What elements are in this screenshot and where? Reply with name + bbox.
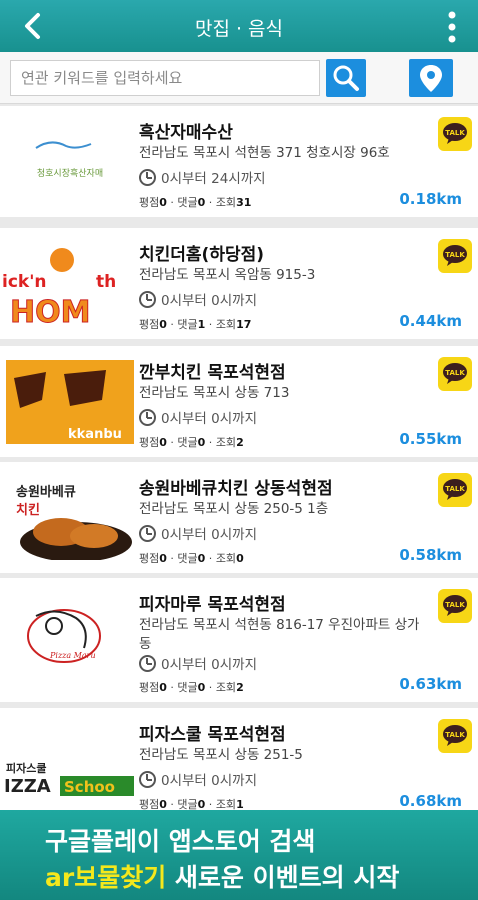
- app-header: 맛집 · 음식: [0, 0, 478, 52]
- restaurant-item[interactable]: kkanbu 깐부치킨 목포석현점 전라남도 목포시 상동 713 0시부터 0…: [0, 346, 478, 457]
- restaurant-address: 전라남도 목포시 옥암동 915-3: [139, 267, 316, 283]
- banner-highlight: ar보물찾기: [45, 863, 167, 892]
- banner-line-2: ar보물찾기 새로운 이벤트의 시작: [45, 858, 399, 894]
- restaurant-name: 흑산자매수산: [139, 123, 233, 143]
- kakaotalk-icon: TALK: [443, 123, 467, 144]
- page-title: 맛집 · 음식: [194, 18, 284, 40]
- search-input[interactable]: [10, 60, 320, 96]
- kakaotalk-icon: TALK: [443, 479, 467, 500]
- search-bar: [0, 52, 478, 104]
- hours-text: 0시부터 24시까지: [161, 171, 266, 187]
- clock-icon: [139, 169, 156, 186]
- stats-row: 평점0 · 댓글0 · 조회0: [139, 552, 244, 565]
- restaurant-address: 전라남도 목포시 석현동 371 청호시장 96호: [139, 145, 390, 161]
- kakaotalk-button[interactable]: TALK: [438, 473, 472, 507]
- stats-row: 평점0 · 댓글0 · 조회31: [139, 196, 252, 209]
- restaurant-address: 전라남도 목포시 상동 250-5 1층: [139, 501, 329, 517]
- svg-text:송원바베큐: 송원바베큐: [16, 484, 76, 500]
- kakaotalk-button[interactable]: TALK: [438, 589, 472, 623]
- stats-row: 평점0 · 댓글0 · 조회2: [139, 436, 244, 449]
- restaurant-address: 전라남도 목포시 상동 713: [139, 385, 290, 401]
- distance: 0.44km: [399, 312, 462, 330]
- restaurant-thumbnail: kkanbu: [6, 360, 134, 444]
- hours-text: 0시부터 0시까지: [161, 773, 257, 789]
- restaurant-address: 전라남도 목포시 상동 251-5: [139, 747, 303, 763]
- thumbnail-logo-text: 청호시장흑산자매: [37, 167, 103, 179]
- distance: 0.18km: [399, 190, 462, 208]
- opening-hours: 0시부터 0시까지: [139, 769, 257, 789]
- kakaotalk-button[interactable]: TALK: [438, 719, 472, 753]
- kakaotalk-icon: TALK: [443, 725, 467, 746]
- search-icon: [333, 65, 359, 91]
- opening-hours: 0시부터 0시까지: [139, 653, 257, 673]
- restaurant-item[interactable]: 청호시장흑산자매 흑산자매수산 전라남도 목포시 석현동 371 청호시장 96…: [0, 106, 478, 217]
- opening-hours: 0시부터 0시까지: [139, 407, 257, 427]
- stats-row: 평점0 · 댓글1 · 조회17: [139, 318, 252, 331]
- restaurant-thumbnail: 청호시장흑산자매: [6, 120, 134, 204]
- kakaotalk-icon: TALK: [443, 245, 467, 266]
- svg-text:Pizza Maru: Pizza Maru: [49, 651, 96, 660]
- restaurant-item[interactable]: 피자스쿨 IZZA Schoo 피자스쿨 목포석현점 전라남도 목포시 상동 2…: [0, 708, 478, 818]
- svg-text:치킨: 치킨: [16, 502, 40, 518]
- more-options-icon[interactable]: [444, 10, 460, 44]
- banner-line-2-rest: 새로운 이벤트의 시작: [166, 863, 400, 892]
- distance: 0.58km: [399, 546, 462, 564]
- restaurant-thumbnail: 송원바베큐 치킨: [6, 476, 134, 560]
- restaurant-thumbnail: ick'n th HOM: [0, 242, 134, 326]
- search-button[interactable]: [326, 59, 366, 97]
- restaurant-thumbnail: 피자스쿨 IZZA Schoo: [0, 722, 134, 806]
- opening-hours: 0시부터 0시까지: [139, 523, 257, 543]
- svg-text:Schoo: Schoo: [64, 778, 115, 796]
- kakaotalk-button[interactable]: TALK: [438, 117, 472, 151]
- clock-icon: [139, 409, 156, 426]
- distance: 0.63km: [399, 675, 462, 693]
- clock-icon: [139, 655, 156, 672]
- restaurant-address: 전라남도 목포시 석현동 816-17 우진아파트 상가동: [139, 617, 420, 652]
- banner-line-1: 구글플레이 앱스토어 검색: [45, 827, 316, 856]
- clock-icon: [139, 525, 156, 542]
- opening-hours: 0시부터 24시까지: [139, 167, 266, 187]
- svg-text:th: th: [96, 272, 116, 292]
- hours-text: 0시부터 0시까지: [161, 293, 257, 309]
- opening-hours: 0시부터 0시까지: [139, 289, 257, 309]
- svg-text:TALK: TALK: [445, 485, 465, 493]
- restaurant-item[interactable]: ick'n th HOM 치킨더홈(하당점) 전라남도 목포시 옥암동 915-…: [0, 228, 478, 339]
- restaurant-thumbnail: Pizza Maru: [6, 596, 134, 680]
- distance: 0.68km: [399, 792, 462, 810]
- hours-text: 0시부터 0시까지: [161, 657, 257, 673]
- kakaotalk-icon: TALK: [443, 595, 467, 616]
- svg-text:IZZA: IZZA: [4, 776, 51, 797]
- kakaotalk-button[interactable]: TALK: [438, 239, 472, 273]
- svg-text:kkanbu: kkanbu: [68, 427, 122, 442]
- distance: 0.55km: [399, 430, 462, 448]
- restaurant-name: 치킨더홈(하당점): [139, 245, 265, 265]
- restaurant-item[interactable]: 송원바베큐 치킨 송원바베큐치킨 상동석현점 전라남도 목포시 상동 250-5…: [0, 462, 478, 573]
- svg-text:ick'n: ick'n: [2, 272, 47, 292]
- kakaotalk-button[interactable]: TALK: [438, 357, 472, 391]
- hours-text: 0시부터 0시까지: [161, 527, 257, 543]
- restaurant-item[interactable]: Pizza Maru 피자마루 목포석현점 전라남도 목포시 석현동 816-1…: [0, 578, 478, 702]
- svg-text:TALK: TALK: [445, 369, 465, 377]
- map-pin-icon: [420, 65, 442, 92]
- svg-text:TALK: TALK: [445, 129, 465, 137]
- svg-text:HOM: HOM: [10, 295, 90, 326]
- restaurant-name: 송원바베큐치킨 상동석현점: [139, 479, 333, 499]
- svg-text:TALK: TALK: [445, 251, 465, 259]
- kakaotalk-icon: TALK: [443, 363, 467, 384]
- promo-banner[interactable]: 구글플레이 앱스토어 검색 ar보물찾기 새로운 이벤트의 시작: [0, 810, 478, 900]
- restaurant-name: 깐부치킨 목포석현점: [139, 363, 286, 383]
- map-location-button[interactable]: [409, 59, 453, 97]
- svg-text:피자스쿨: 피자스쿨: [6, 761, 46, 775]
- hours-text: 0시부터 0시까지: [161, 411, 257, 427]
- svg-text:TALK: TALK: [445, 601, 465, 609]
- clock-icon: [139, 291, 156, 308]
- stats-row: 평점0 · 댓글0 · 조회2: [139, 681, 244, 694]
- restaurant-name: 피자마루 목포석현점: [139, 595, 286, 615]
- svg-text:TALK: TALK: [445, 731, 465, 739]
- clock-icon: [139, 771, 156, 788]
- restaurant-name: 피자스쿨 목포석현점: [139, 725, 286, 745]
